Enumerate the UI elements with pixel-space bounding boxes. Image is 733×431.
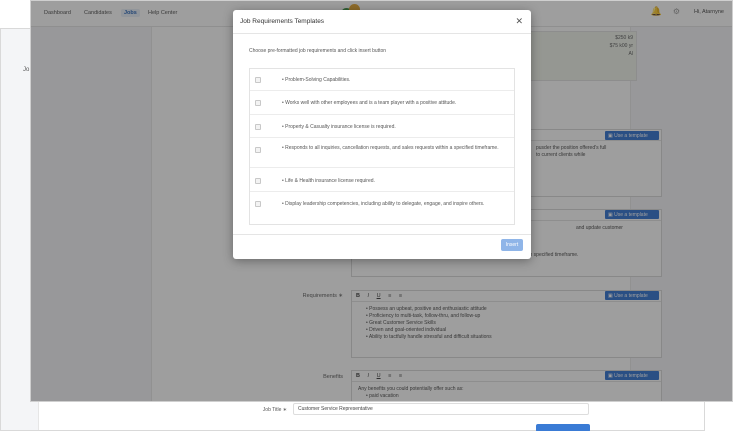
template-checkbox[interactable]	[255, 178, 261, 184]
background-sidebar-label: Jo	[23, 67, 30, 73]
modal-footer: Insert	[233, 234, 531, 259]
insert-button[interactable]: Insert	[501, 239, 523, 251]
modal-title: Job Requirements Templates	[240, 18, 325, 25]
requirements-template-list: Problem-Solving Capabilities. Works well…	[249, 68, 515, 225]
job-requirements-modal: Job Requirements Templates ✕ Choose pre-…	[233, 10, 531, 259]
template-row[interactable]: Property & Casualty insurance license is…	[250, 115, 514, 138]
job-title-input[interactable]: Customer Service Representative	[293, 403, 589, 415]
job-title-label: Job Title ∗	[262, 407, 287, 413]
template-row[interactable]: Works well with other employees and is a…	[250, 91, 514, 115]
template-checkbox[interactable]	[255, 124, 261, 130]
template-row[interactable]: Problem-Solving Capabilities.	[250, 69, 514, 91]
template-row[interactable]: Display leadership competencies, includi…	[250, 192, 514, 226]
template-text: Problem-Solving Capabilities.	[282, 77, 502, 84]
template-text: Display leadership competencies, includi…	[282, 201, 502, 208]
close-icon[interactable]: ✕	[515, 16, 523, 27]
job-title-row: Job Title ∗ Customer Service Representat…	[153, 402, 593, 420]
template-checkbox[interactable]	[255, 147, 261, 153]
template-checkbox[interactable]	[255, 201, 261, 207]
template-checkbox[interactable]	[255, 77, 261, 83]
template-text: Life & Health insurance license required…	[282, 178, 502, 185]
screen: Jo Job Title ∗ Customer Service Represen…	[0, 0, 733, 431]
template-text: Works well with other employees and is a…	[282, 100, 502, 107]
modal-instruction: Choose pre-formatted job requirements an…	[249, 48, 387, 54]
template-checkbox[interactable]	[255, 100, 261, 106]
modal-header: Job Requirements Templates ✕	[233, 10, 531, 34]
template-text: Property & Casualty insurance license is…	[282, 124, 502, 131]
template-row[interactable]: Life & Health insurance license required…	[250, 168, 514, 192]
template-text: Responds to all inquiries, cancellation …	[282, 145, 502, 152]
template-row[interactable]: Responds to all inquiries, cancellation …	[250, 138, 514, 168]
background-button[interactable]	[536, 424, 590, 431]
